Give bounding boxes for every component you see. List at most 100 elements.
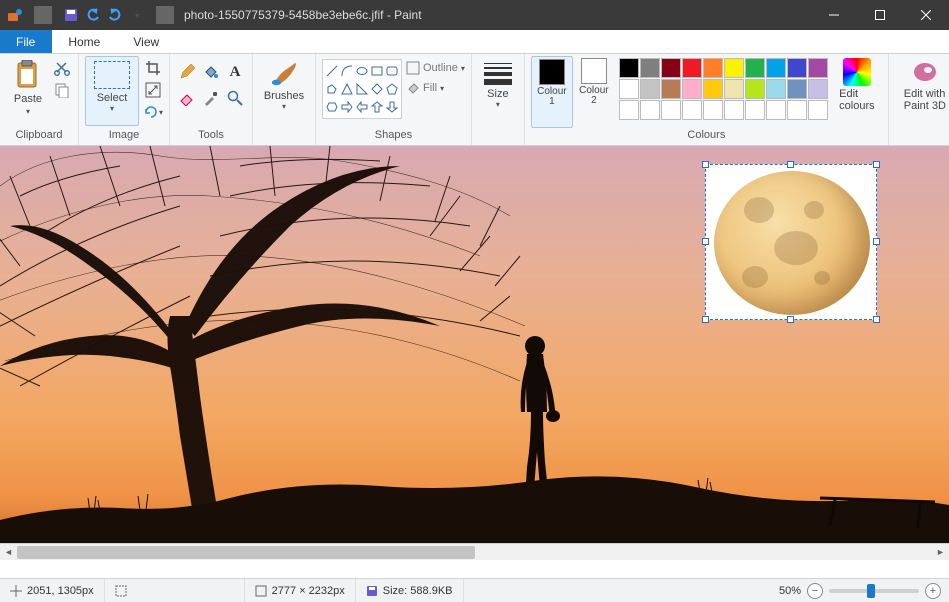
zoom-in-button[interactable]: + — [925, 583, 941, 599]
shape-roundrect-icon[interactable] — [385, 62, 399, 79]
palette-swatch[interactable] — [703, 79, 723, 99]
scroll-left-button[interactable]: ◄ — [0, 544, 17, 561]
zoom-slider[interactable] — [829, 589, 919, 593]
tab-file[interactable]: File — [0, 30, 52, 53]
window-close-button[interactable] — [903, 0, 949, 30]
palette-swatch[interactable] — [724, 79, 744, 99]
qat-save-icon[interactable] — [62, 6, 80, 24]
palette-swatch[interactable] — [619, 79, 639, 99]
palette-swatch[interactable] — [640, 79, 660, 99]
window-maximize-button[interactable] — [857, 0, 903, 30]
scroll-right-button[interactable]: ► — [932, 544, 949, 561]
selection-handle[interactable] — [873, 238, 880, 245]
colour-palette — [615, 56, 832, 120]
paint3d-button[interactable]: Edit with Paint 3D — [895, 56, 949, 112]
colour-1-button[interactable]: Colour 1 — [531, 56, 573, 128]
shape-tri-icon[interactable] — [340, 80, 354, 97]
scroll-thumb[interactable] — [17, 546, 475, 559]
canvas-area[interactable]: ◄ ► — [0, 146, 949, 560]
palette-swatch[interactable] — [661, 79, 681, 99]
shape-poly-icon[interactable] — [325, 80, 339, 97]
text-tool[interactable]: A — [224, 60, 246, 84]
palette-swatch[interactable] — [808, 79, 828, 99]
shape-pent-icon[interactable] — [385, 80, 399, 97]
edit-colours-button[interactable]: Edit colours — [832, 56, 882, 112]
shape-hex-icon[interactable] — [325, 99, 339, 116]
zoom-slider-knob[interactable] — [867, 584, 875, 598]
palette-swatch[interactable] — [682, 58, 702, 78]
palette-swatch[interactable] — [703, 100, 723, 120]
shape-diamond-icon[interactable] — [370, 80, 384, 97]
tab-view[interactable]: View — [117, 30, 176, 53]
selection-handle[interactable] — [787, 316, 794, 323]
selection-handle[interactable] — [873, 316, 880, 323]
selection-handle[interactable] — [702, 316, 709, 323]
shape-outline-button[interactable]: Outline▾ — [406, 59, 465, 77]
selection-handle[interactable] — [702, 161, 709, 168]
palette-swatch[interactable] — [724, 100, 744, 120]
palette-swatch[interactable] — [703, 58, 723, 78]
window-minimize-button[interactable] — [811, 0, 857, 30]
palette-swatch[interactable] — [619, 100, 639, 120]
pencil-tool[interactable] — [176, 60, 198, 84]
palette-swatch[interactable] — [619, 58, 639, 78]
palette-swatch[interactable] — [640, 100, 660, 120]
shape-line-icon[interactable] — [325, 62, 339, 79]
resize-button[interactable] — [143, 80, 163, 100]
selection-handle[interactable] — [702, 238, 709, 245]
eraser-tool[interactable] — [176, 86, 198, 110]
tab-home[interactable]: Home — [52, 30, 117, 53]
palette-swatch[interactable] — [766, 100, 786, 120]
colour-2-button[interactable]: Colour 2 — [573, 56, 615, 128]
shape-oval-icon[interactable] — [355, 62, 369, 79]
fill-tool[interactable] — [200, 60, 222, 84]
shape-arrowu-icon[interactable] — [370, 99, 384, 116]
horizontal-scrollbar[interactable]: ◄ ► — [0, 543, 949, 560]
selection-handle[interactable] — [787, 161, 794, 168]
palette-swatch[interactable] — [745, 58, 765, 78]
paste-button[interactable]: Paste ▾ — [6, 56, 50, 126]
shape-rtri-icon[interactable] — [355, 80, 369, 97]
brushes-button[interactable]: Brushes ▾ — [259, 56, 309, 111]
paste-selection[interactable] — [705, 164, 877, 320]
crop-button[interactable] — [143, 58, 163, 78]
palette-swatch[interactable] — [808, 58, 828, 78]
qat-customize-icon[interactable]: ▾ — [128, 6, 146, 24]
select-button[interactable]: Select ▾ — [85, 56, 139, 126]
colour-2-label: Colour 2 — [579, 86, 608, 106]
palette-swatch[interactable] — [766, 58, 786, 78]
dimensions-icon — [255, 585, 267, 597]
magnify-tool[interactable] — [224, 86, 246, 110]
shape-fill-button[interactable]: Fill▾ — [406, 79, 465, 97]
palette-swatch[interactable] — [682, 100, 702, 120]
copy-button[interactable] — [52, 80, 72, 100]
palette-swatch[interactable] — [661, 100, 681, 120]
shape-arrowl-icon[interactable] — [355, 99, 369, 116]
palette-swatch[interactable] — [787, 79, 807, 99]
palette-swatch[interactable] — [745, 100, 765, 120]
palette-swatch[interactable] — [787, 58, 807, 78]
size-button[interactable]: Size ▾ — [478, 56, 518, 109]
cut-button[interactable] — [52, 58, 72, 78]
scroll-track[interactable] — [17, 544, 932, 561]
palette-swatch[interactable] — [745, 79, 765, 99]
rotate-button[interactable]: ▾ — [143, 102, 163, 122]
palette-swatch[interactable] — [661, 58, 681, 78]
shape-curve-icon[interactable] — [340, 62, 354, 79]
selection-handle[interactable] — [873, 161, 880, 168]
shape-rect-icon[interactable] — [370, 62, 384, 79]
shape-arrowd-icon[interactable] — [385, 99, 399, 116]
palette-swatch[interactable] — [787, 100, 807, 120]
shapes-gallery[interactable] — [322, 59, 402, 119]
palette-swatch[interactable] — [682, 79, 702, 99]
qat-redo-icon[interactable] — [106, 6, 124, 24]
zoom-out-button[interactable]: − — [807, 583, 823, 599]
palette-swatch[interactable] — [766, 79, 786, 99]
qat-undo-icon[interactable] — [84, 6, 102, 24]
palette-swatch[interactable] — [724, 58, 744, 78]
shape-arrowr-icon[interactable] — [340, 99, 354, 116]
palette-swatch[interactable] — [808, 100, 828, 120]
picker-tool[interactable] — [200, 86, 222, 110]
palette-swatch[interactable] — [640, 58, 660, 78]
resize-icon — [145, 82, 161, 98]
